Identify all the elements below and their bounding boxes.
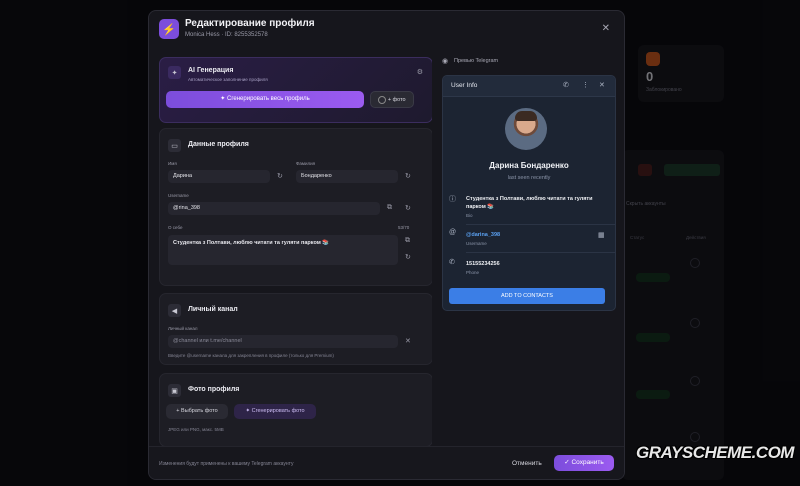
modal-header: ⚡ Редактирование профиля Monica Hess · I… — [149, 11, 624, 49]
ai-title: AI Генерация — [188, 67, 234, 74]
tg-header-title: User Info — [451, 82, 478, 89]
channel-hint: Введите @username канала для закрепления… — [168, 353, 334, 358]
channel-title: Личный канал — [188, 306, 238, 313]
channel-input[interactable]: @channel или t.me/channel — [168, 335, 398, 348]
close-icon[interactable]: ✕ — [602, 23, 610, 34]
first-name-label: Имя — [168, 161, 177, 166]
clear-icon[interactable]: ✕ — [405, 337, 411, 345]
tg-bio: Студентка з Полтави, люблю читати та гул… — [466, 196, 593, 210]
modal-footer: Изменения будут применены к вашему Teleg… — [149, 446, 624, 479]
add-to-contacts-button[interactable]: ADD TO CONTACTS — [449, 288, 605, 304]
close-icon[interactable]: ✕ — [599, 81, 605, 89]
personal-channel-card: ◀ Личный канал Личный канал @channel или… — [159, 293, 432, 365]
avatar-hair — [515, 111, 537, 121]
refresh-icon[interactable]: ↻ — [277, 172, 283, 180]
id-card-icon: ▭ — [168, 139, 181, 152]
about-counter: 53/70 — [398, 225, 410, 230]
add-photo-button[interactable]: + фото — [370, 91, 414, 108]
generate-photo-label: Сгенерировать фото — [251, 408, 305, 414]
phone-icon[interactable]: ✆ — [563, 81, 569, 89]
refresh-icon[interactable]: ↻ — [405, 253, 411, 261]
profile-photo-card: ▣ Фото профиля + Выбрать фото ✦ Сгенерир… — [159, 373, 432, 447]
tg-username[interactable]: @darina_398 — [466, 231, 596, 239]
profile-form: ✦ AI Генерация Автоматическое заполнение… — [157, 55, 432, 455]
generate-profile-button[interactable]: ✦ Сгенерировать весь профиль — [166, 91, 364, 108]
divider — [466, 252, 615, 253]
photo-hint: JPEG или PNG, макс. 5MB — [168, 427, 224, 432]
tg-bio-label: Bio — [466, 213, 473, 218]
eye-icon: ◉ — [442, 58, 449, 65]
sparkle-icon: ✦ — [168, 66, 181, 79]
copy-icon[interactable]: ⧉ — [387, 204, 392, 212]
telegram-user-info: User Info ✆ ⋮ ✕ Дарина Бондаренко last s… — [442, 75, 616, 311]
megaphone-icon: ◀ — [168, 304, 181, 317]
photo-title: Фото профиля — [188, 386, 240, 393]
generate-photo-button[interactable]: ✦ Сгенерировать фото — [234, 404, 316, 419]
edit-profile-modal: ⚡ Редактирование профиля Monica Hess · I… — [148, 10, 625, 480]
modal-title: Редактирование профиля — [185, 18, 315, 29]
tg-header: User Info ✆ ⋮ ✕ — [443, 76, 615, 97]
divider — [466, 224, 615, 225]
username-label: Username — [168, 193, 189, 198]
choose-photo-label: Выбрать фото — [181, 408, 218, 414]
preview-label: Превью Telegram — [454, 58, 499, 64]
sparkle-icon: ✦ — [220, 96, 227, 102]
first-name-field[interactable]: Дарина — [168, 170, 270, 183]
tg-last-seen: last seen recently — [507, 175, 551, 181]
refresh-icon[interactable]: ↻ — [405, 204, 411, 212]
at-icon: @ — [449, 229, 457, 236]
modal-subtitle: Monica Hess · ID: 8255352578 — [185, 32, 268, 38]
last-name-label: Фамилия — [296, 161, 316, 166]
last-name-field[interactable]: Бондаренко — [296, 170, 398, 183]
image-icon: ▣ — [168, 384, 181, 397]
add-photo-label: + фото — [387, 97, 406, 103]
profile-data-card: ▭ Данные профиля Имя Дарина ↻ Фамилия Бо… — [159, 128, 432, 286]
refresh-icon[interactable]: ↻ — [405, 172, 411, 180]
cancel-button[interactable]: Отменить — [512, 460, 542, 467]
qr-code-icon[interactable]: ▦ — [598, 231, 605, 239]
footer-hint: Изменения будут применены к вашему Teleg… — [159, 461, 294, 467]
choose-photo-button[interactable]: + Выбрать фото — [166, 404, 228, 419]
photo-circle-icon — [378, 95, 387, 104]
tg-username-label: Username — [466, 241, 487, 246]
info-icon: ⓘ — [449, 196, 456, 203]
app-logo-icon: ⚡ — [159, 19, 179, 39]
phone-icon: ✆ — [449, 259, 455, 266]
save-button[interactable]: ✓ Сохранить — [554, 455, 614, 471]
avatar — [505, 108, 547, 150]
about-label: О себе — [168, 225, 183, 230]
about-text: Студентка з Полтави, люблю читати та гул… — [173, 240, 330, 246]
ai-subtitle: Автоматическое заполнение профиля — [188, 77, 268, 82]
save-label: Сохранить — [571, 459, 604, 466]
profile-data-title: Данные профиля — [188, 141, 249, 148]
ai-generation-card: ✦ AI Генерация Автоматическое заполнение… — [159, 57, 432, 123]
username-field[interactable]: @rina_398 — [168, 202, 380, 215]
watermark-logo: GRAYSCHEME.COM — [636, 443, 794, 462]
copy-icon[interactable]: ⧉ — [405, 237, 410, 245]
gear-icon[interactable]: ⚙ — [417, 68, 423, 76]
tg-phone-label: Phone — [466, 270, 480, 275]
about-textarea[interactable]: Студентка з Полтави, люблю читати та гул… — [168, 235, 398, 265]
tg-phone: 15155234256 — [466, 261, 500, 267]
more-icon[interactable]: ⋮ — [582, 81, 589, 89]
channel-label: Личный канал — [168, 326, 198, 331]
tg-name: Дарина Бондаренко — [489, 161, 569, 170]
generate-profile-label: Сгенерировать весь профиль — [227, 96, 310, 102]
